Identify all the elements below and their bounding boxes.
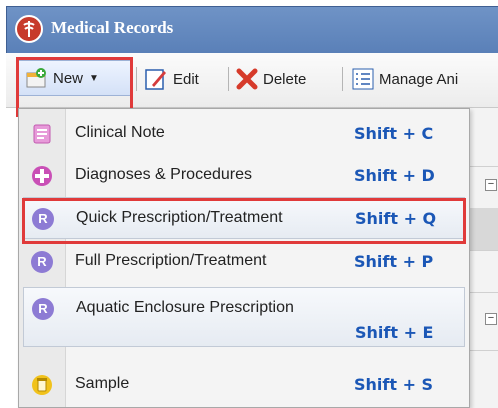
grid-row-divider: [468, 250, 498, 251]
menu-item-aquatic-enclosure-prescription[interactable]: R Aquatic Enclosure Prescription Shift +…: [23, 287, 465, 347]
menu-item-sample[interactable]: Sample Shift + S: [23, 364, 465, 406]
menu-item-label: Sample: [75, 375, 130, 392]
delete-button-label: Delete: [263, 70, 307, 88]
grid-row-divider: [468, 350, 498, 351]
window-title: Medical Records: [51, 18, 174, 37]
menu-item-label: Aquatic Enclosure Prescription: [76, 299, 294, 316]
edit-button[interactable]: Edit: [144, 63, 199, 95]
grid-row-selected: [468, 208, 498, 250]
diagnoses-cross-icon: [32, 166, 52, 186]
medical-records-icon: [15, 15, 43, 43]
edit-icon: [145, 69, 166, 90]
toolbar-divider: [136, 67, 137, 91]
menu-item-label: Clinical Note: [75, 124, 165, 141]
manage-animals-button[interactable]: Manage Ani: [352, 63, 458, 95]
menu-item-shortcut: Shift + S: [354, 375, 434, 394]
quick-prescription-highlight: [22, 198, 466, 244]
menu-item-clinical-note[interactable]: Clinical Note Shift + C: [23, 113, 465, 155]
menu-item-shortcut: Shift + C: [354, 124, 434, 143]
medical-records-window: Medical Records New ▼ Edit Delete Manage…: [0, 0, 498, 408]
grid-row-divider: [468, 292, 498, 293]
menu-item-label: Diagnoses & Procedures: [75, 166, 252, 183]
new-record-menu: Clinical Note Shift + C Diagnoses & Proc…: [18, 108, 470, 408]
title-bar: Medical Records: [6, 6, 498, 53]
toolbar-divider: [228, 67, 229, 91]
rx-icon: R: [32, 298, 54, 320]
manage-button-label: Manage Ani: [379, 70, 459, 88]
menu-item-shortcut: Shift + E: [355, 323, 434, 342]
list-icon: [352, 68, 374, 90]
menu-item-shortcut: Shift + P: [354, 252, 434, 271]
delete-button[interactable]: Delete: [236, 63, 306, 95]
clinical-note-icon: [33, 124, 51, 144]
menu-item-full-prescription[interactable]: R Full Prescription/Treatment Shift + P: [23, 241, 465, 283]
menu-item-shortcut: Shift + D: [354, 166, 435, 185]
grid-row-divider: [468, 166, 498, 167]
rx-icon: R: [31, 251, 53, 273]
delete-x-icon: [236, 68, 258, 90]
sample-jar-icon: [32, 375, 52, 395]
records-grid: [468, 108, 498, 408]
menu-item-diagnoses-procedures[interactable]: Diagnoses & Procedures Shift + D: [23, 155, 465, 197]
toolbar-divider: [342, 67, 343, 91]
expand-toggle[interactable]: −: [485, 179, 497, 191]
expand-toggle[interactable]: −: [485, 313, 497, 325]
edit-button-label: Edit: [173, 70, 199, 88]
menu-item-label: Full Prescription/Treatment: [75, 252, 267, 269]
